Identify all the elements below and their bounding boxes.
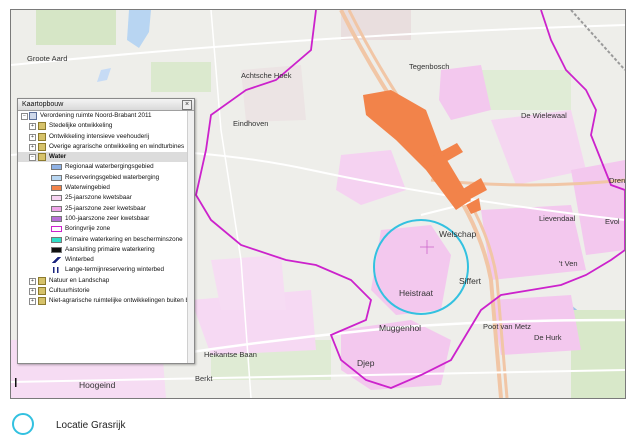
layer-group-icon xyxy=(38,153,46,162)
expand-icon[interactable]: + xyxy=(29,133,36,141)
close-icon[interactable]: × xyxy=(182,100,192,110)
legend-item-label: Boringvrije zone xyxy=(65,225,111,233)
legend-swatch-icon xyxy=(51,164,62,171)
label-djep: Djep xyxy=(357,358,375,368)
layer-group-icon xyxy=(38,142,46,151)
label-poot-van-metz: Poot van Metz xyxy=(483,322,531,331)
legend-item-label: Primaire waterkering en bescherminszone xyxy=(65,235,183,243)
label-hoogeind: Hoogeind xyxy=(79,380,116,390)
legend-item-label: 100-jaarszone zeer kwetsbaar xyxy=(65,214,150,222)
label-heistraat: Heistraat xyxy=(399,288,434,298)
tree-group-niet-agrarisch[interactable]: + Niet-agrarische ruimtelijke ontwikkeli… xyxy=(18,296,194,306)
legend-swatch-icon xyxy=(53,267,60,274)
expand-icon[interactable]: + xyxy=(29,277,36,285)
location-circle-icon xyxy=(12,413,34,435)
map-view[interactable]: Groote Aard Achtsche Hoek Eindhoven Tege… xyxy=(10,9,626,399)
tree-group-label: Water xyxy=(49,153,67,161)
tree-group-veehouderij[interactable]: + Ontwikkeling intensieve veehouderij xyxy=(18,132,194,142)
tree-group-stedelijke[interactable]: + Stedelijke ontwikkeling xyxy=(18,121,194,131)
legend-swatch-icon xyxy=(51,226,62,233)
legend-item-label: Waterwingebied xyxy=(65,184,110,192)
layer-group-icon xyxy=(38,122,46,131)
collapse-icon[interactable]: − xyxy=(29,154,36,162)
legend-swatch-icon xyxy=(51,246,62,253)
panel-title-bar[interactable]: Kaartopbouw × xyxy=(18,99,194,111)
tree-group-label: Niet-agrarische ruimtelijke ontwikkeling… xyxy=(49,297,189,305)
water-legend-item: Waterwingebied xyxy=(18,183,194,193)
water-legend-item: 25-jaarszone zeer kwetsbaar xyxy=(18,204,194,214)
layer-group-icon xyxy=(38,287,46,296)
label-de-wielewaal: De Wielewaal xyxy=(521,111,567,120)
layer-panel[interactable]: Kaartopbouw × − Verordening ruimte Noord… xyxy=(17,98,195,364)
water-legend-item: Boringvrije zone xyxy=(18,224,194,234)
water-legend-item: 100-jaarszone zeer kwetsbaar xyxy=(18,214,194,224)
label-lievendaal: Lievendaal xyxy=(539,214,576,223)
label-groote-aard: Groote Aard xyxy=(27,54,67,63)
layer-group-icon xyxy=(38,297,46,306)
expand-icon[interactable]: + xyxy=(29,288,36,296)
label-eindhoven: Eindhoven xyxy=(233,119,268,128)
label-heikantse-baan: Heikantse Baan xyxy=(204,350,257,359)
legend-item-label: Winterbed xyxy=(65,256,94,264)
label-welschap: Welschap xyxy=(439,229,476,239)
legend-item-label: 25-jaarszone zeer kwetsbaar xyxy=(65,204,146,212)
map-service-icon xyxy=(29,112,37,120)
legend-swatch-icon xyxy=(51,215,62,222)
tree-group-label: Stedelijke ontwikkeling xyxy=(49,122,113,130)
panel-title: Kaartopbouw xyxy=(22,101,64,108)
tree-root[interactable]: − Verordening ruimte Noord-Brabant 2011 xyxy=(18,111,194,121)
expand-icon[interactable]: + xyxy=(29,123,36,131)
water-legend-item: Lange-termijnreservering winterbed xyxy=(18,265,194,275)
label-siffert: Siffert xyxy=(459,276,482,286)
tree-group-cultuurhistorie[interactable]: + Cultuurhistorie xyxy=(18,286,194,296)
tree-group-agrarisch[interactable]: + Overige agrarische ontwikkeling en win… xyxy=(18,142,194,152)
legend-item-label: Reserveringsgebied waterberging xyxy=(65,173,160,181)
legend-swatch-icon xyxy=(51,195,62,202)
tree-group-natuur[interactable]: + Natuur en Landschap xyxy=(18,276,194,286)
label-de-hurk: De Hurk xyxy=(534,333,562,342)
tree-group-label: Overige agrarische ontwikkeling en windt… xyxy=(49,142,185,150)
layer-group-icon xyxy=(38,276,46,285)
tree-group-water[interactable]: − Water xyxy=(18,152,194,163)
legend-swatch-icon xyxy=(51,257,62,264)
expand-icon[interactable]: + xyxy=(29,298,36,306)
label-evol: Evol xyxy=(605,217,620,226)
panel-scrollbar[interactable] xyxy=(187,111,194,363)
legend-label: Locatie Grasrijk xyxy=(56,420,126,431)
expand-icon[interactable]: + xyxy=(29,143,36,151)
tree-root-label: Verordening ruimte Noord-Brabant 2011 xyxy=(40,112,152,119)
label-t-ven: 't Ven xyxy=(559,259,578,268)
legend-item-label: 25-jaarszone kwetsbaar xyxy=(65,194,132,202)
tree-group-label: Natuur en Landschap xyxy=(49,276,110,284)
legend-swatch-icon xyxy=(51,174,62,181)
water-legend-item: Regionaal waterbergingsgebied xyxy=(18,162,194,172)
label-muggenhol: Muggenhol xyxy=(379,323,421,333)
water-legend-item: Aansluiting primaire waterkering xyxy=(18,245,194,255)
legend-item-label: Regionaal waterbergingsgebied xyxy=(65,163,154,171)
water-legend-list: Regionaal waterbergingsgebied Reservering… xyxy=(18,162,194,275)
label-berkt: Berkt xyxy=(195,374,213,383)
legend-item-label: Lange-termijnreservering winterbed xyxy=(65,266,165,274)
tree-group-label: Cultuurhistorie xyxy=(49,287,90,295)
tree-group-label: Ontwikkeling intensieve veehouderij xyxy=(49,132,150,140)
legend-swatch-icon xyxy=(51,205,62,212)
water-legend-item: Reserveringsgebied waterberging xyxy=(18,173,194,183)
legend-swatch-icon xyxy=(51,185,62,192)
map-legend: Locatie Grasrijk xyxy=(12,413,212,435)
water-legend-item: 25-jaarszone kwetsbaar xyxy=(18,193,194,203)
collapse-icon[interactable]: − xyxy=(21,113,28,120)
label-tegenbosch: Tegenbosch xyxy=(409,62,449,71)
legend-swatch-icon xyxy=(51,236,62,243)
water-legend-item: Winterbed xyxy=(18,255,194,265)
layer-group-icon xyxy=(38,132,46,141)
water-legend-item: Primaire waterkering en bescherminszone xyxy=(18,235,194,245)
legend-item-label: Aansluiting primaire waterkering xyxy=(65,245,155,253)
label-drents: Drents xyxy=(609,176,625,185)
label-achtsche-hoek: Achtsche Hoek xyxy=(241,71,292,80)
